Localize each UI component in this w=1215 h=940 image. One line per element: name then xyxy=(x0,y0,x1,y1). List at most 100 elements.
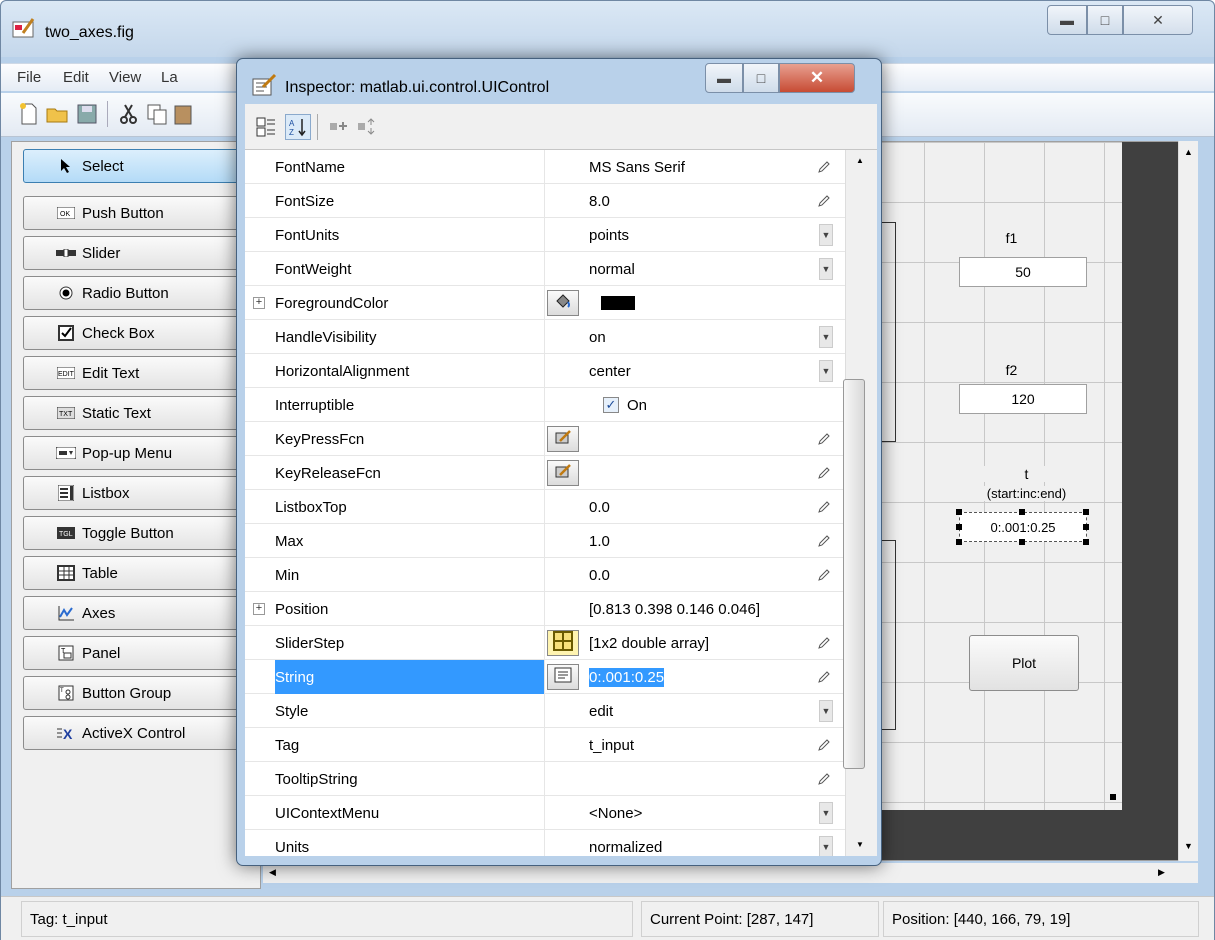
selection-handle[interactable] xyxy=(1083,539,1089,545)
resize-handle[interactable] xyxy=(1110,794,1116,800)
menu-edit[interactable]: Edit xyxy=(63,69,89,86)
property-row[interactable]: ListboxTop 0.0 xyxy=(245,490,845,524)
scroll-up-icon[interactable]: ▲ xyxy=(856,156,864,165)
property-value[interactable]: t_input xyxy=(589,728,809,762)
plot-button[interactable]: Plot xyxy=(969,635,1079,691)
property-value[interactable]: [1x2 double array] xyxy=(589,626,809,660)
menu-layout[interactable]: La xyxy=(161,69,178,86)
property-row[interactable]: KeyPressFcn xyxy=(245,422,845,456)
selection-handle[interactable] xyxy=(1083,524,1089,530)
property-value[interactable]: 0.0 xyxy=(589,558,809,592)
property-row[interactable]: + ForegroundColor xyxy=(245,286,845,320)
property-value[interactable]: 1.0 xyxy=(589,524,809,558)
string-editor-button[interactable] xyxy=(547,664,579,690)
scroll-down-icon[interactable]: ▼ xyxy=(1184,841,1193,851)
property-row[interactable]: Interruptible ✓ On xyxy=(245,388,845,422)
sort-alphabetical-icon[interactable]: AZ xyxy=(285,114,311,140)
property-value[interactable]: normal xyxy=(589,252,809,286)
palette-edit-text[interactable]: EDIT Edit Text xyxy=(23,356,258,390)
expand-all-icon[interactable] xyxy=(325,114,351,140)
expand-icon[interactable]: + xyxy=(253,297,265,309)
property-value[interactable]: ✓ On xyxy=(589,388,809,422)
edit-pencil-icon[interactable] xyxy=(817,738,831,752)
property-row[interactable]: FontSize 8.0 xyxy=(245,184,845,218)
selection-handle[interactable] xyxy=(1083,509,1089,515)
selection-handle[interactable] xyxy=(1019,539,1025,545)
selection-handle[interactable] xyxy=(956,509,962,515)
edit-pencil-icon[interactable] xyxy=(817,500,831,514)
copy-icon[interactable] xyxy=(145,102,169,126)
palette-table[interactable]: Table xyxy=(23,556,258,590)
paste-icon[interactable] xyxy=(171,102,195,126)
property-value[interactable]: center xyxy=(589,354,809,388)
maximize-button[interactable]: □ xyxy=(1087,5,1123,35)
property-row[interactable]: TooltipString xyxy=(245,762,845,796)
property-row[interactable]: Units normalized ▼ xyxy=(245,830,845,856)
f2-input[interactable]: 120 xyxy=(959,384,1087,414)
edit-pencil-icon[interactable] xyxy=(817,466,831,480)
property-value[interactable]: 0.0 xyxy=(589,490,809,524)
palette-check-box[interactable]: Check Box xyxy=(23,316,258,350)
expand-icon[interactable]: + xyxy=(253,603,265,615)
f1-input[interactable]: 50 xyxy=(959,257,1087,287)
edit-pencil-icon[interactable] xyxy=(817,568,831,582)
property-row[interactable]: FontName MS Sans Serif xyxy=(245,150,845,184)
scroll-down-icon[interactable]: ▼ xyxy=(856,840,864,849)
new-file-icon[interactable] xyxy=(17,102,41,126)
property-row[interactable]: Min 0.0 xyxy=(245,558,845,592)
dropdown-arrow-icon[interactable]: ▼ xyxy=(819,700,833,722)
edit-pencil-icon[interactable] xyxy=(817,160,831,174)
color-picker-button[interactable] xyxy=(547,290,579,316)
dropdown-arrow-icon[interactable]: ▼ xyxy=(819,802,833,824)
scroll-right-icon[interactable]: ▶ xyxy=(1158,867,1165,878)
palette-axes[interactable]: Axes xyxy=(23,596,258,630)
property-row[interactable]: + Position [0.813 0.398 0.146 0.046] xyxy=(245,592,845,626)
property-inspector-window[interactable]: Inspector: matlab.ui.control.UIControl ▬… xyxy=(236,58,882,866)
dropdown-arrow-icon[interactable]: ▼ xyxy=(819,224,833,246)
property-value[interactable] xyxy=(589,422,809,456)
property-value[interactable] xyxy=(589,456,809,490)
edit-pencil-icon[interactable] xyxy=(817,636,831,650)
palette-static-text[interactable]: TXT Static Text xyxy=(23,396,258,430)
property-row[interactable]: FontWeight normal ▼ xyxy=(245,252,845,286)
property-value[interactable]: points xyxy=(589,218,809,252)
selection-handle[interactable] xyxy=(956,524,962,530)
property-row[interactable]: KeyReleaseFcn xyxy=(245,456,845,490)
palette-slider[interactable]: Slider xyxy=(23,236,258,270)
inspector-maximize-button[interactable]: □ xyxy=(743,63,779,93)
selection-handle[interactable] xyxy=(1019,509,1025,515)
dropdown-arrow-icon[interactable]: ▼ xyxy=(819,326,833,348)
t-input[interactable]: 0:.001:0.25 xyxy=(959,512,1087,542)
property-value[interactable]: edit xyxy=(589,694,809,728)
property-row[interactable]: Max 1.0 xyxy=(245,524,845,558)
callback-editor-button[interactable] xyxy=(547,460,579,486)
palette-listbox[interactable]: Listbox xyxy=(23,476,258,510)
property-value[interactable]: [0.813 0.398 0.146 0.046] xyxy=(589,592,809,626)
property-row[interactable]: Style edit ▼ xyxy=(245,694,845,728)
property-row[interactable]: FontUnits points ▼ xyxy=(245,218,845,252)
close-button[interactable]: ✕ xyxy=(1123,5,1193,35)
save-icon[interactable] xyxy=(75,102,99,126)
scroll-left-icon[interactable]: ◀ xyxy=(269,867,276,878)
edit-pencil-icon[interactable] xyxy=(817,772,831,786)
palette-panel[interactable]: T Panel xyxy=(23,636,258,670)
property-value[interactable]: MS Sans Serif xyxy=(589,150,809,184)
property-row[interactable]: String 0:.001:0.25 xyxy=(245,660,845,694)
palette-push-button[interactable]: OK Push Button xyxy=(23,196,258,230)
property-value-input[interactable]: 0:.001:0.25 xyxy=(589,660,809,694)
open-folder-icon[interactable] xyxy=(45,102,69,126)
palette-radio-button[interactable]: Radio Button xyxy=(23,276,258,310)
menu-file[interactable]: File xyxy=(17,69,41,86)
property-row[interactable]: HandleVisibility on ▼ xyxy=(245,320,845,354)
property-value[interactable]: normalized xyxy=(589,830,809,856)
canvas-horizontal-scrollbar[interactable]: ◀ ▶ xyxy=(263,863,1198,883)
property-value[interactable]: 8.0 xyxy=(589,184,809,218)
categorized-view-icon[interactable] xyxy=(253,114,279,140)
inspector-close-button[interactable]: ✕ xyxy=(779,63,855,93)
scroll-up-icon[interactable]: ▲ xyxy=(1184,147,1193,157)
menu-view[interactable]: View xyxy=(109,69,141,86)
property-row[interactable]: SliderStep [1x2 double array] xyxy=(245,626,845,660)
palette-select[interactable]: Select xyxy=(23,149,258,183)
dropdown-arrow-icon[interactable]: ▼ xyxy=(819,258,833,280)
inspector-minimize-button[interactable]: ▬ xyxy=(705,63,743,93)
